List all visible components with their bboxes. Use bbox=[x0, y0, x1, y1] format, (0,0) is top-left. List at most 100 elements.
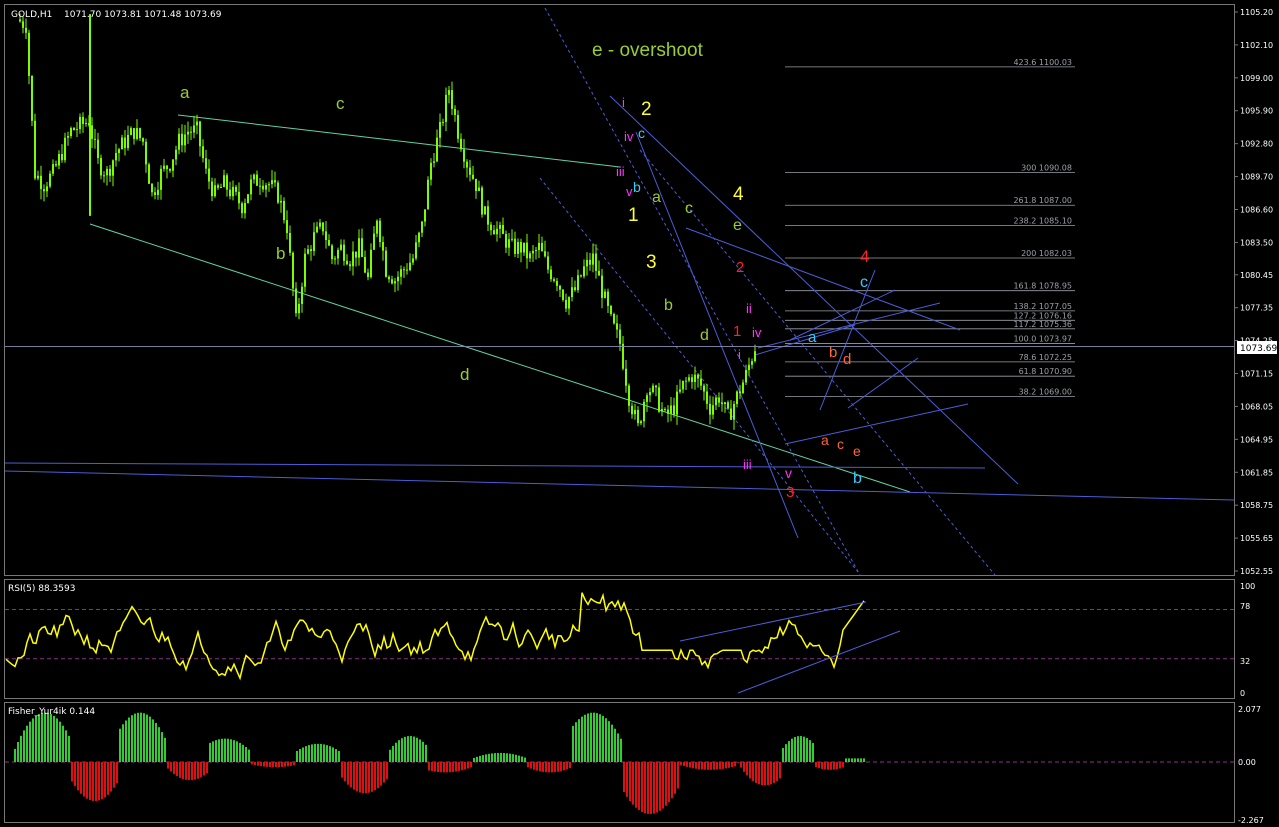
fisher-bar bbox=[755, 762, 757, 783]
wave-label: c bbox=[685, 200, 693, 217]
fisher-bar bbox=[416, 737, 418, 762]
candle-body bbox=[316, 226, 318, 233]
fisher-bar bbox=[236, 741, 238, 762]
candle-body bbox=[421, 221, 423, 233]
candle-body bbox=[442, 121, 444, 123]
fisher-bar bbox=[524, 757, 526, 762]
fisher-bar bbox=[173, 762, 175, 775]
fisher-bar bbox=[794, 737, 796, 762]
candle-body bbox=[703, 385, 705, 392]
trendline bbox=[754, 324, 856, 356]
candle-body bbox=[49, 173, 51, 187]
fisher-bar bbox=[422, 741, 424, 762]
fisher-bar bbox=[839, 762, 841, 769]
candle-body bbox=[127, 134, 129, 149]
candle-body bbox=[208, 168, 210, 182]
fisher-bar bbox=[44, 712, 46, 762]
candle-body bbox=[736, 391, 738, 404]
fisher-bar bbox=[848, 758, 850, 762]
fib-level-label: 423.6 1100.03 bbox=[1013, 58, 1072, 67]
price-tick-label: 1086.60 bbox=[1240, 205, 1273, 214]
fisher-bar bbox=[713, 762, 715, 770]
fisher-bar bbox=[536, 762, 538, 771]
candle-body bbox=[172, 159, 174, 171]
fisher-bar bbox=[113, 762, 115, 788]
fisher-bar bbox=[296, 750, 298, 762]
fisher-bar bbox=[575, 722, 577, 762]
fisher-bar bbox=[746, 762, 748, 776]
candle-body bbox=[412, 258, 414, 263]
candle-body bbox=[214, 185, 216, 197]
candle-body bbox=[148, 164, 150, 184]
candle-body bbox=[262, 185, 264, 190]
candle-body bbox=[610, 305, 612, 315]
candle-body bbox=[466, 161, 468, 168]
fisher-bar bbox=[461, 762, 463, 771]
fisher-bar bbox=[227, 738, 229, 762]
candle-body bbox=[727, 402, 729, 409]
fisher-bar bbox=[20, 735, 22, 762]
fisher-bar bbox=[623, 762, 625, 793]
fisher-bar bbox=[308, 745, 310, 762]
candle-body bbox=[52, 164, 54, 174]
candle-body bbox=[607, 291, 609, 306]
candle-body bbox=[439, 122, 441, 138]
fisher-bar bbox=[176, 762, 178, 777]
candle-body bbox=[406, 269, 408, 271]
rsi-series bbox=[5, 592, 1234, 694]
fisher-bar bbox=[671, 762, 673, 799]
fisher-bar bbox=[473, 757, 475, 762]
fisher-bar bbox=[863, 758, 865, 762]
fisher-bar bbox=[539, 762, 541, 772]
fisher-bar bbox=[449, 762, 451, 773]
fisher-bar bbox=[257, 762, 259, 766]
fisher-bar bbox=[362, 762, 364, 794]
fisher-bar bbox=[14, 748, 16, 762]
candle-body bbox=[745, 370, 747, 383]
price-tick-label: 1083.50 bbox=[1240, 238, 1273, 247]
candle-body bbox=[367, 272, 369, 278]
fisher-bar bbox=[731, 762, 733, 768]
wave-label: iii bbox=[743, 457, 752, 472]
trendline bbox=[789, 289, 896, 341]
fisher-bar bbox=[485, 754, 487, 762]
fisher-bar bbox=[503, 753, 505, 762]
fisher-bar bbox=[563, 762, 565, 771]
candle-body bbox=[667, 409, 669, 414]
candle-body bbox=[58, 154, 60, 166]
candle-body bbox=[712, 405, 714, 415]
candle-body bbox=[85, 123, 87, 125]
candle-body bbox=[520, 242, 522, 253]
fisher-bar bbox=[689, 762, 691, 768]
candle-body bbox=[448, 90, 450, 95]
chart-svg[interactable]: 423.6 1100.03300 1090.08261.8 1087.00238… bbox=[0, 0, 1279, 827]
fisher-bar bbox=[446, 762, 448, 773]
candle-body bbox=[304, 253, 306, 287]
fisher-bar bbox=[359, 762, 361, 793]
candle-body bbox=[571, 287, 573, 298]
candle-body bbox=[373, 233, 375, 250]
wave-label: v bbox=[626, 184, 633, 199]
candle-body bbox=[604, 291, 606, 298]
price-tick-label: 1064.95 bbox=[1240, 435, 1273, 444]
candle-body bbox=[481, 187, 483, 215]
wave-label: d bbox=[460, 365, 469, 384]
candle-body bbox=[637, 409, 639, 424]
fisher-bar bbox=[734, 762, 736, 767]
fisher-bar bbox=[695, 762, 697, 769]
rsi-tick-32: 32 bbox=[1240, 657, 1250, 666]
fisher-bar bbox=[125, 720, 127, 762]
candle-body bbox=[433, 161, 435, 163]
trendline bbox=[544, 7, 861, 576]
candle-body bbox=[154, 192, 156, 196]
candle-body bbox=[301, 286, 303, 304]
candle-body bbox=[460, 138, 462, 150]
fisher-bar bbox=[725, 762, 727, 769]
fisher-bar bbox=[326, 745, 328, 762]
candle-body bbox=[427, 179, 429, 210]
candle-body bbox=[715, 397, 717, 406]
trading-chart-window[interactable]: 423.6 1100.03 300 1090.08 261.8 1087.00 238… bbox=[0, 0, 1279, 827]
fisher-bar bbox=[833, 762, 835, 770]
candle-body bbox=[580, 275, 582, 277]
fisher-bar bbox=[224, 738, 226, 762]
